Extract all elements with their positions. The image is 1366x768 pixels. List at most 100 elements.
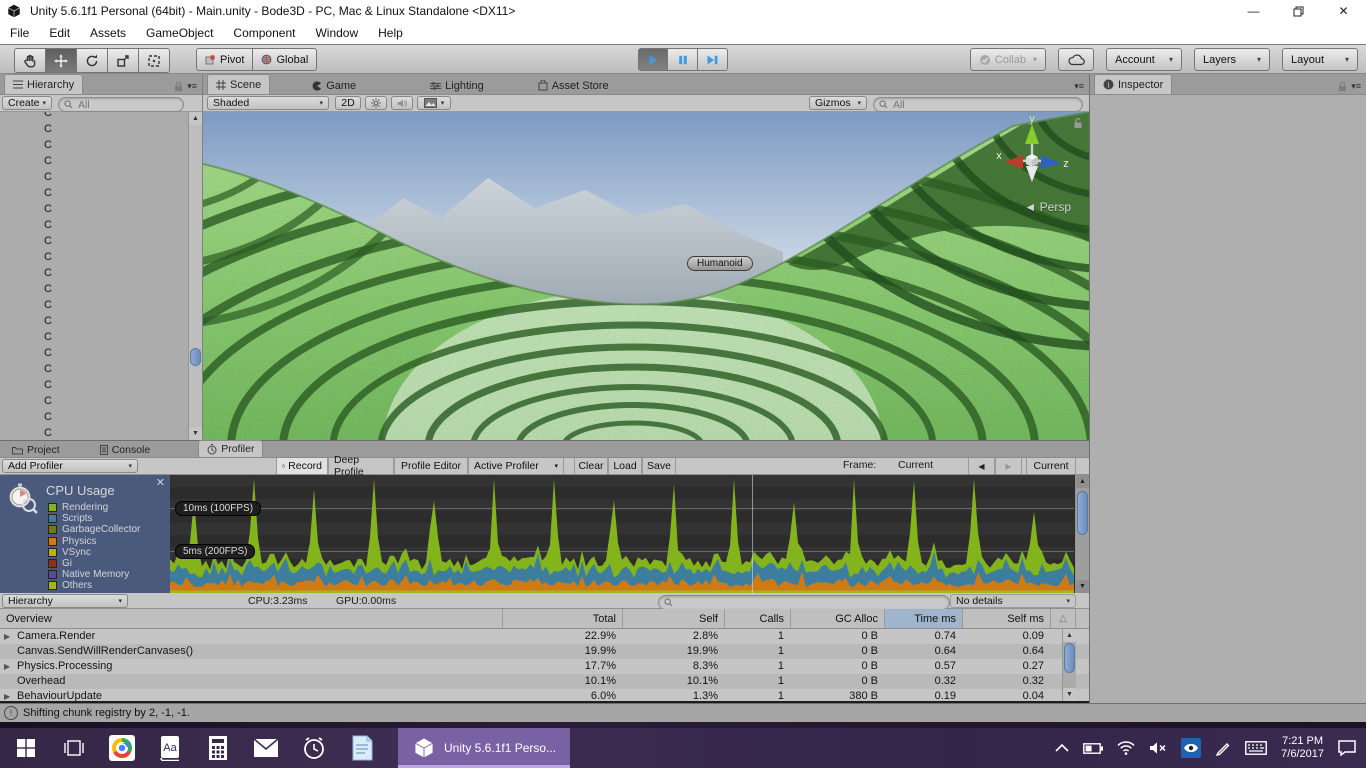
restore-button[interactable] — [1276, 0, 1321, 22]
hierarchy-item[interactable]: C — [0, 137, 188, 153]
prev-frame-button[interactable]: ◀ — [968, 458, 995, 474]
profiler-table-row[interactable]: ▶Camera.Render22.9%2.8%10 B0.740.09 — [0, 629, 1089, 644]
profiler-table-row[interactable]: ▶Physics.Processing17.7%8.3%10 B0.570.27 — [0, 659, 1089, 674]
move-tool-button[interactable] — [46, 48, 77, 73]
gizmos-dropdown[interactable]: Gizmos▾ — [809, 96, 867, 110]
menu-gameobject[interactable]: GameObject — [136, 26, 223, 40]
profiler-table-row[interactable]: ▶BehaviourUpdate6.0%1.3%1380 B0.190.04 — [0, 689, 1089, 701]
row-function-name[interactable]: ▶Physics.Processing — [0, 659, 502, 674]
2d-toggle-button[interactable]: 2D — [335, 96, 361, 110]
column-overview[interactable]: Overview — [0, 609, 502, 628]
hierarchy-item[interactable]: C — [0, 185, 188, 201]
x-axis-cone[interactable] — [1004, 155, 1023, 169]
clear-button[interactable]: Clear — [574, 458, 608, 474]
account-dropdown[interactable]: Account▾ — [1106, 48, 1182, 71]
legend-item[interactable]: Rendering — [48, 502, 140, 513]
row-function-name[interactable]: Canvas.SendWillRenderCanvases() — [0, 644, 502, 659]
z-axis-cone[interactable] — [1041, 155, 1061, 169]
menu-file[interactable]: File — [0, 26, 39, 40]
legend-item[interactable]: VSync — [48, 547, 140, 558]
scene-audio-toggle[interactable] — [391, 96, 413, 110]
status-bar[interactable]: ! Shifting chunk registry by 2, -1, -1. — [0, 703, 1366, 722]
legend-color-chip[interactable] — [48, 525, 57, 534]
pause-button[interactable] — [668, 48, 698, 71]
scene-search[interactable] — [873, 97, 1083, 112]
legend-color-chip[interactable] — [48, 559, 57, 568]
legend-color-chip[interactable] — [48, 514, 57, 523]
tab-game[interactable]: Game — [304, 77, 364, 94]
profiler-search-input[interactable] — [676, 596, 944, 610]
minimize-button[interactable]: — — [1231, 0, 1276, 22]
scene-object-label-humanoid[interactable]: Humanoid — [687, 256, 753, 271]
taskbar-notepad-icon[interactable] — [338, 728, 386, 768]
cpu-usage-module[interactable]: CPU Usage ✕ RenderingScriptsGarbageColle… — [0, 475, 170, 593]
hierarchy-item[interactable]: C — [0, 249, 188, 265]
lock-icon[interactable] — [1073, 117, 1083, 129]
table-scrollbar[interactable]: ▲▼ — [1062, 629, 1076, 701]
create-dropdown[interactable]: Create▾ — [2, 96, 52, 110]
battery-icon[interactable] — [1083, 743, 1103, 754]
column-calls[interactable]: Calls — [724, 609, 790, 628]
touch-keyboard-icon[interactable] — [1245, 741, 1267, 755]
deep-profile-button[interactable]: Deep Profile — [328, 458, 394, 474]
rect-tool-button[interactable] — [139, 48, 170, 73]
panel-menu-icon[interactable]: ▾≡ — [1074, 81, 1084, 92]
taskbar-clock[interactable]: 7:21 PM 7/6/2017 — [1281, 735, 1324, 761]
profile-editor-button[interactable]: Profile Editor — [394, 458, 468, 474]
hierarchy-item[interactable]: C — [0, 201, 188, 217]
hierarchy-item[interactable]: C — [0, 281, 188, 297]
global-toggle-button[interactable]: Global — [253, 48, 317, 71]
pivot-toggle-button[interactable]: Pivot — [196, 48, 253, 71]
record-toggle-button[interactable]: Record — [276, 458, 328, 474]
active-profiler-dropdown[interactable]: Active Profiler▾ — [468, 458, 564, 474]
chart-scrollbar[interactable]: ▲▼ — [1075, 475, 1089, 593]
load-button[interactable]: Load — [608, 458, 642, 474]
hierarchy-item[interactable]: C — [0, 121, 188, 137]
hierarchy-search[interactable] — [58, 97, 184, 112]
legend-color-chip[interactable] — [48, 503, 57, 512]
play-button[interactable] — [638, 48, 668, 71]
tab-console[interactable]: Console — [92, 443, 159, 457]
hierarchy-item[interactable]: C — [0, 425, 188, 440]
panel-menu-icon[interactable]: ▾≡ — [1351, 81, 1361, 92]
tray-expand-chevron[interactable] — [1055, 744, 1069, 752]
tab-asset-store[interactable]: Asset Store — [530, 77, 617, 94]
hierarchy-item[interactable]: C — [0, 409, 188, 425]
hierarchy-item[interactable]: C — [0, 361, 188, 377]
add-profiler-dropdown[interactable]: Add Profiler▾ — [2, 459, 138, 473]
lock-icon[interactable] — [174, 81, 183, 92]
view-mode-dropdown[interactable]: Hierarchy▾ — [2, 594, 128, 608]
current-frame-button[interactable]: Current — [1026, 458, 1076, 474]
details-dropdown[interactable]: No details▾ — [950, 594, 1076, 608]
panel-menu-icon[interactable]: ▾≡ — [187, 81, 197, 92]
volume-muted-icon[interactable] — [1149, 741, 1167, 755]
row-function-name[interactable]: ▶Camera.Render — [0, 629, 502, 644]
action-center-icon[interactable] — [1338, 740, 1356, 756]
save-button[interactable]: Save — [642, 458, 676, 474]
collab-button[interactable]: Collab▾ — [970, 48, 1046, 71]
taskbar-alarms-icon[interactable] — [290, 728, 338, 768]
taskbar-mail-icon[interactable] — [242, 728, 290, 768]
hierarchy-search-input[interactable] — [76, 98, 178, 112]
taskbar-unity-window-button[interactable]: Unity 5.6.1f1 Perso... — [398, 728, 570, 768]
scene-orientation-gizmo[interactable]: y x z — [995, 116, 1069, 190]
step-button[interactable] — [698, 48, 728, 71]
taskbar-calculator-icon[interactable] — [194, 728, 242, 768]
legend-item[interactable]: Gi — [48, 558, 140, 569]
close-icon[interactable]: ✕ — [156, 476, 165, 489]
warnings-column-icon[interactable]: △ — [1050, 609, 1075, 628]
cpu-usage-chart[interactable]: 10ms (100FPS) 5ms (200FPS) — [170, 475, 1074, 593]
taskbar-chrome-icon[interactable] — [98, 728, 146, 768]
column-time-ms[interactable]: Time ms — [884, 609, 962, 628]
scene-lighting-toggle[interactable] — [365, 96, 387, 110]
close-button[interactable]: ✕ — [1321, 0, 1366, 22]
menu-component[interactable]: Component — [223, 26, 305, 40]
hierarchy-item[interactable]: C — [0, 217, 188, 233]
layers-dropdown[interactable]: Layers▾ — [1194, 48, 1270, 71]
legend-color-chip[interactable] — [48, 537, 57, 546]
lock-icon[interactable] — [1338, 81, 1347, 92]
tab-inspector[interactable]: i Inspector — [1094, 74, 1172, 94]
legend-color-chip[interactable] — [48, 581, 57, 590]
task-view-button[interactable] — [50, 728, 98, 768]
column-gc-alloc[interactable]: GC Alloc — [790, 609, 884, 628]
